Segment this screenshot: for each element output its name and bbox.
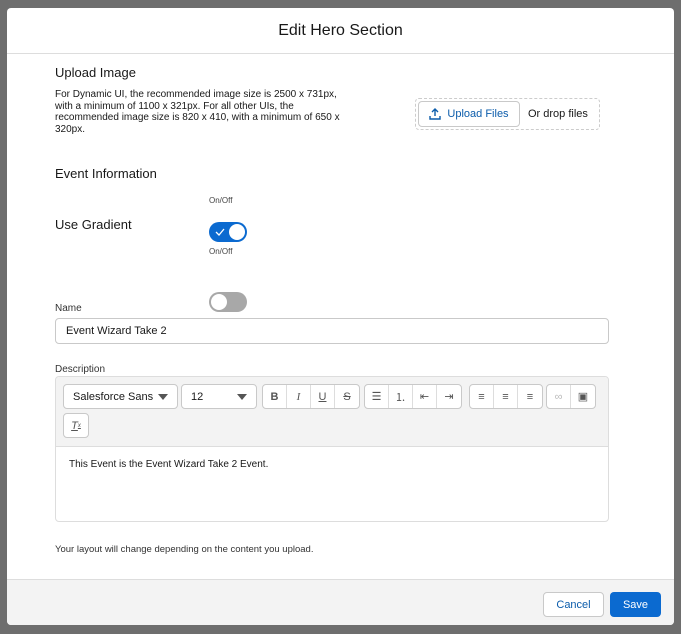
modal-footer: Cancel Save xyxy=(7,579,674,625)
bold-icon[interactable]: B xyxy=(263,385,287,408)
insert-group: ∞ ▣ xyxy=(546,384,596,409)
layout-note: Your layout will change depending on the… xyxy=(55,544,314,555)
check-icon xyxy=(215,228,225,236)
clear-formatting-icon[interactable]: Tx xyxy=(64,414,88,437)
upload-files-label: Upload Files xyxy=(447,108,509,120)
name-input[interactable]: Event Wizard Take 2 xyxy=(55,318,609,344)
use-gradient-toggle[interactable] xyxy=(209,292,247,312)
image-icon[interactable]: ▣ xyxy=(571,385,595,408)
align-center-icon[interactable]: ≡ xyxy=(494,385,518,408)
font-family-select[interactable]: Salesforce Sans xyxy=(63,384,178,409)
bulleted-list-icon[interactable]: ☰ xyxy=(365,385,389,408)
align-left-icon[interactable]: ≡ xyxy=(470,385,494,408)
italic-icon[interactable]: I xyxy=(287,385,311,408)
font-size-select[interactable]: 12 xyxy=(181,384,257,409)
upload-image-heading: Upload Image xyxy=(55,65,136,80)
toggle-knob xyxy=(229,224,245,240)
clear-format-group: Tx xyxy=(63,413,89,438)
underline-icon[interactable]: U xyxy=(311,385,335,408)
save-button[interactable]: Save xyxy=(610,592,661,617)
indent-icon[interactable]: ⇥ xyxy=(437,385,461,408)
rich-text-editor: Salesforce Sans 12 B I U S ☰ ⒈ ⇤ ⇥ ≡ ≡ ≡… xyxy=(55,376,609,522)
description-content[interactable]: This Event is the Event Wizard Take 2 Ev… xyxy=(56,447,608,482)
upload-help-text: For Dynamic UI, the recommended image si… xyxy=(55,89,340,135)
outdent-icon[interactable]: ⇤ xyxy=(413,385,437,408)
caret-down-icon xyxy=(158,393,168,400)
description-label: Description xyxy=(55,364,106,375)
toggle-knob xyxy=(211,294,227,310)
upload-icon xyxy=(429,108,442,120)
align-group: ≡ ≡ ≡ xyxy=(469,384,543,409)
align-right-icon[interactable]: ≡ xyxy=(518,385,542,408)
numbered-list-icon[interactable]: ⒈ xyxy=(389,385,413,408)
caret-down-icon xyxy=(237,393,247,400)
event-information-onoff: On/Off xyxy=(209,196,233,205)
upload-files-button[interactable]: Upload Files xyxy=(418,101,520,127)
edit-hero-modal: Edit Hero Section Upload Image For Dynam… xyxy=(7,8,674,625)
cancel-button[interactable]: Cancel xyxy=(543,592,604,617)
event-information-label: Event Information xyxy=(55,166,157,181)
name-label: Name xyxy=(55,303,82,314)
link-icon[interactable]: ∞ xyxy=(547,385,571,408)
editor-toolbar: Salesforce Sans 12 B I U S ☰ ⒈ ⇤ ⇥ ≡ ≡ ≡… xyxy=(56,377,608,447)
drop-files-text: Or drop files xyxy=(528,108,588,120)
file-drop-zone[interactable]: Upload Files Or drop files xyxy=(415,98,600,130)
use-gradient-label: Use Gradient xyxy=(55,217,132,232)
list-group: ☰ ⒈ ⇤ ⇥ xyxy=(364,384,462,409)
format-group: B I U S xyxy=(262,384,360,409)
font-family-value: Salesforce Sans xyxy=(73,390,154,403)
event-information-toggle[interactable] xyxy=(209,222,247,242)
font-size-value: 12 xyxy=(191,390,204,403)
use-gradient-onoff: On/Off xyxy=(209,247,233,256)
strikethrough-icon[interactable]: S xyxy=(335,385,359,408)
modal-title: Edit Hero Section xyxy=(7,8,674,54)
